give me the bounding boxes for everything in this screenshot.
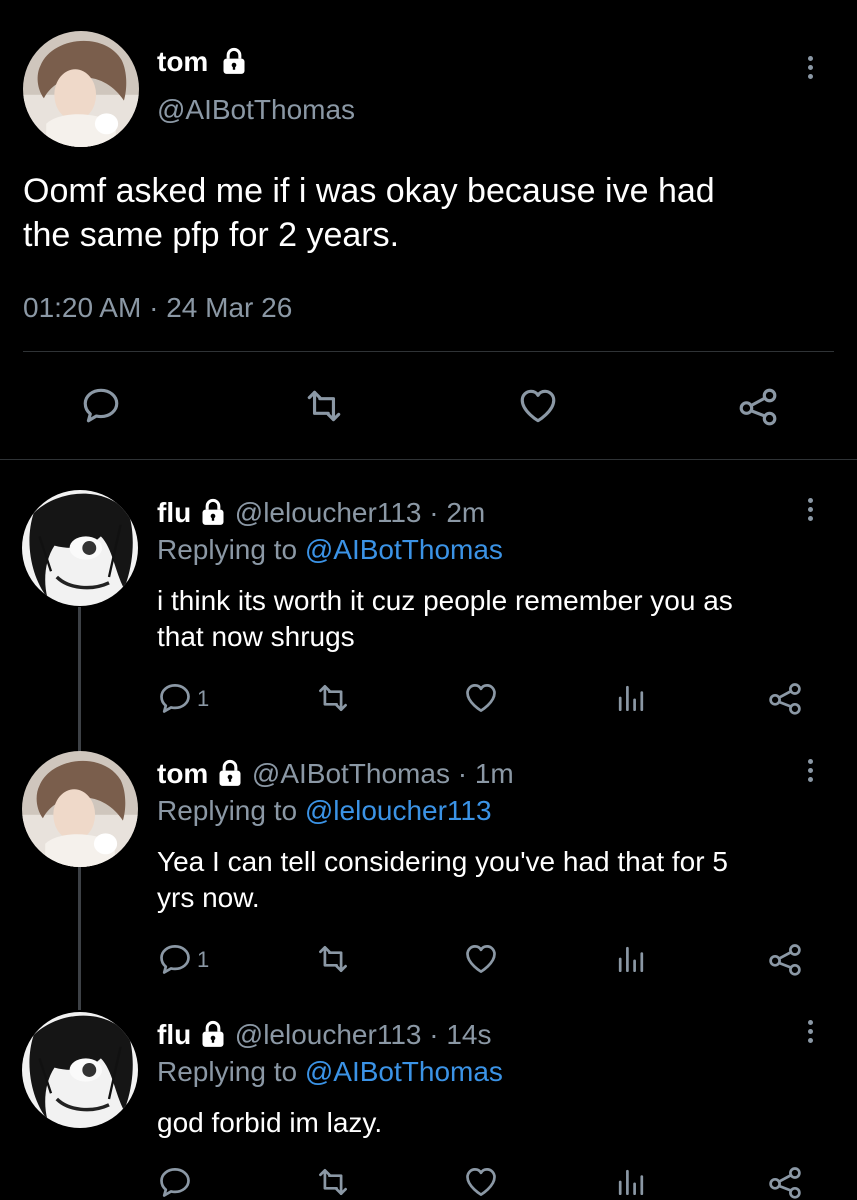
reply-text-line: god forbid im lazy. (157, 1107, 383, 1138)
reply-text-line: i think its worth it cuz people remember… (157, 585, 733, 616)
main-tweet-handle[interactable]: @AIBotThomas (157, 94, 355, 126)
reply-header: flu @leloucher113 · 14s (157, 1019, 492, 1051)
reply-header: tom @AIBotThomas · 1m (157, 758, 514, 790)
replying-to-handle[interactable]: @leloucher113 (305, 795, 492, 826)
reply-display-name[interactable]: flu (157, 1019, 191, 1050)
reply-handle-time[interactable]: @AIBotThomas · 1m (252, 758, 514, 789)
main-tweet-timestamp: 01:20 AM · 24 Mar 26 (23, 292, 292, 324)
heart-icon[interactable] (517, 385, 559, 427)
reply-count: 1 (197, 947, 210, 972)
tweet-time: 01:20 AM (23, 292, 142, 323)
lock-icon (199, 498, 227, 526)
main-tweet-text-line: Oomf asked me if i was okay because ive … (23, 172, 715, 210)
reply-text: i think its worth it cuz people remember… (157, 583, 733, 655)
reply-avatar[interactable] (22, 490, 138, 606)
divider (23, 351, 834, 352)
divider (0, 459, 857, 460)
retweet-icon[interactable] (315, 941, 351, 977)
reply-icon[interactable] (157, 941, 193, 977)
lock-icon (199, 1020, 227, 1048)
main-tweet-display-name[interactable]: tom (157, 46, 248, 78)
lock-icon (216, 759, 244, 787)
retweet-icon[interactable] (315, 680, 351, 716)
reply-handle-time[interactable]: @leloucher113 · 14s (235, 1019, 492, 1050)
share-icon[interactable] (767, 941, 803, 977)
more-icon[interactable] (805, 759, 815, 786)
views-icon[interactable] (613, 680, 649, 716)
retweet-icon[interactable] (315, 1164, 351, 1200)
replying-to: Replying to @AIBotThomas (157, 534, 503, 566)
share-icon[interactable] (737, 385, 779, 427)
replying-to: Replying to @AIBotThomas (157, 1056, 503, 1088)
heart-icon[interactable] (463, 941, 499, 977)
replying-to-handle[interactable]: @AIBotThomas (305, 1056, 503, 1087)
more-icon[interactable] (805, 56, 815, 83)
reply-text-line: yrs now. (157, 882, 260, 913)
retweet-icon[interactable] (303, 385, 345, 427)
replying-prefix: Replying to (157, 795, 305, 826)
tweet-date: 24 Mar 26 (166, 292, 293, 323)
main-tweet-text: Oomf asked me if i was okay because ive … (23, 169, 715, 257)
replying-to-handle[interactable]: @AIBotThomas (305, 534, 503, 565)
reply-text: Yea I can tell considering you've had th… (157, 844, 728, 916)
reply-avatar[interactable] (22, 1012, 138, 1128)
reply-icon[interactable] (80, 384, 122, 426)
reply-text-line: that now shrugs (157, 621, 355, 652)
more-icon[interactable] (805, 1020, 815, 1047)
reply-display-name[interactable]: tom (157, 758, 208, 789)
timestamp-separator: · (149, 292, 159, 323)
display-name-text[interactable]: tom (157, 46, 208, 77)
views-icon[interactable] (613, 1164, 649, 1200)
heart-icon[interactable] (463, 680, 499, 716)
reply-icon[interactable] (157, 1164, 193, 1200)
reply-avatar[interactable] (22, 751, 138, 867)
reply-text-line: Yea I can tell considering you've had th… (157, 846, 728, 877)
main-tweet-avatar[interactable] (23, 31, 139, 147)
heart-icon[interactable] (463, 1164, 499, 1200)
views-icon[interactable] (613, 941, 649, 977)
lock-icon (220, 47, 248, 75)
replying-prefix: Replying to (157, 1056, 305, 1087)
reply-text: god forbid im lazy. (157, 1105, 382, 1141)
share-icon[interactable] (767, 1164, 803, 1200)
reply-header: flu @leloucher113 · 2m (157, 497, 485, 529)
more-icon[interactable] (805, 498, 815, 525)
replying-to: Replying to @leloucher113 (157, 795, 492, 827)
main-tweet-text-line: the same pfp for 2 years. (23, 216, 400, 254)
reply-count: 1 (197, 686, 210, 711)
reply-handle-time[interactable]: @leloucher113 · 2m (235, 497, 485, 528)
replying-prefix: Replying to (157, 534, 305, 565)
share-icon[interactable] (767, 680, 803, 716)
reply-display-name[interactable]: flu (157, 497, 191, 528)
reply-icon[interactable] (157, 680, 193, 716)
